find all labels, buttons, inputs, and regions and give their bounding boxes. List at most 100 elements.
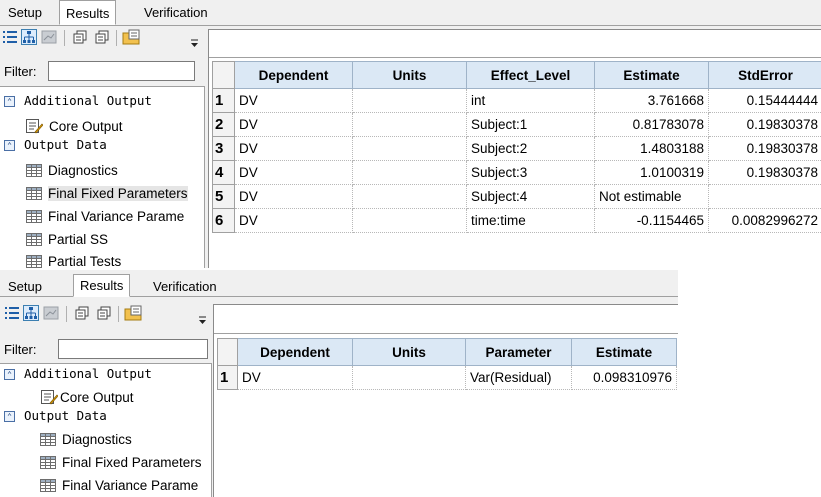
- export-icon[interactable]: [124, 305, 144, 321]
- table-row[interactable]: 3 DV Subject:2 1.4803188 0.19830378: [212, 136, 821, 161]
- cell-units[interactable]: [352, 88, 467, 113]
- chart-icon[interactable]: [43, 305, 59, 321]
- tree-item-core-output[interactable]: Core Output: [25, 117, 123, 137]
- copy-all-icon[interactable]: [94, 29, 110, 45]
- copy-icon[interactable]: [72, 29, 88, 45]
- column-header[interactable]: Dependent: [234, 61, 353, 89]
- cell-effect-level[interactable]: Subject:2: [466, 136, 595, 161]
- collapse-icon[interactable]: ⌃: [4, 411, 15, 422]
- cell-effect-level[interactable]: int: [466, 88, 595, 113]
- overflow-icon[interactable]: [198, 313, 207, 324]
- row-number[interactable]: 5: [212, 184, 235, 209]
- cell-units[interactable]: [352, 112, 467, 137]
- row-number[interactable]: 2: [212, 112, 235, 137]
- row-number-header[interactable]: [212, 61, 235, 89]
- tree-item-final-fixed-parameters[interactable]: Final Fixed Parameters: [26, 184, 188, 204]
- column-header[interactable]: Units: [352, 61, 467, 89]
- tab-setup[interactable]: Setup: [2, 277, 48, 298]
- cell-stderror[interactable]: 0.0082996272: [708, 208, 821, 233]
- row-number[interactable]: 4: [212, 160, 235, 185]
- cell-estimate[interactable]: 0.098310976: [571, 365, 677, 390]
- cell-stderror[interactable]: 0.19830378: [708, 112, 821, 137]
- cell-dependent[interactable]: DV: [234, 208, 353, 233]
- cell-effect-level[interactable]: Subject:1: [466, 112, 595, 137]
- tree-item-core-output[interactable]: Core Output: [40, 388, 134, 408]
- table-icon: [40, 456, 56, 469]
- table-row[interactable]: 1 DV int 3.761668 0.15444444: [212, 88, 821, 113]
- cell-units[interactable]: [352, 208, 467, 233]
- tab-setup[interactable]: Setup: [2, 3, 48, 24]
- cell-units[interactable]: [352, 365, 466, 390]
- cell-estimate[interactable]: 0.81783078: [594, 112, 709, 137]
- tab-results[interactable]: Results: [73, 274, 131, 297]
- collapse-icon[interactable]: ⌃: [4, 140, 15, 151]
- row-number[interactable]: 6: [212, 208, 235, 233]
- table-row[interactable]: 4 DV Subject:3 1.0100319 0.19830378: [212, 160, 821, 185]
- table-row[interactable]: 2 DV Subject:1 0.81783078 0.19830378: [212, 112, 821, 137]
- cell-estimate[interactable]: 1.4803188: [594, 136, 709, 161]
- tree-item-partial-ss[interactable]: Partial SS: [26, 230, 108, 250]
- column-header[interactable]: Units: [352, 338, 466, 366]
- row-number[interactable]: 3: [212, 136, 235, 161]
- cell-effect-level[interactable]: Subject:3: [466, 160, 595, 185]
- collapse-icon[interactable]: ⌃: [4, 96, 15, 107]
- cell-estimate[interactable]: 1.0100319: [594, 160, 709, 185]
- grid-top-strip: [209, 30, 821, 58]
- collapse-icon[interactable]: ⌃: [4, 369, 15, 380]
- column-header[interactable]: Effect_Level: [466, 61, 595, 89]
- row-number[interactable]: 1: [217, 365, 238, 390]
- cell-dependent[interactable]: DV: [234, 88, 353, 113]
- toolbar-separator: [118, 306, 119, 322]
- table-row[interactable]: 1 DV Var(Residual) 0.098310976: [217, 365, 677, 390]
- table-row[interactable]: 6 DV time:time -0.1154465 0.0082996272: [212, 208, 821, 233]
- chart-icon[interactable]: [41, 29, 57, 45]
- tree-item-partial-tests[interactable]: Partial Tests: [26, 252, 121, 268]
- copy-all-icon[interactable]: [96, 305, 112, 321]
- filter-input[interactable]: [58, 339, 208, 359]
- overflow-icon[interactable]: [190, 36, 199, 47]
- tree-item-diagnostics[interactable]: Diagnostics: [40, 430, 132, 450]
- column-header[interactable]: Estimate: [594, 61, 709, 89]
- cell-dependent[interactable]: DV: [234, 160, 353, 185]
- tree-item-final-fixed-parameters[interactable]: Final Fixed Parameters: [40, 453, 202, 473]
- tree-item-final-variance-parameters[interactable]: Final Variance Parame: [26, 207, 184, 227]
- copy-icon[interactable]: [74, 305, 90, 321]
- cell-estimate[interactable]: 3.761668: [594, 88, 709, 113]
- list-view-icon[interactable]: [4, 305, 20, 321]
- cell-units[interactable]: [352, 136, 467, 161]
- tree-view-icon[interactable]: [23, 305, 39, 321]
- column-header[interactable]: Parameter: [465, 338, 572, 366]
- column-header[interactable]: Estimate: [571, 338, 677, 366]
- tree-item-diagnostics[interactable]: Diagnostics: [26, 161, 118, 181]
- cell-dependent[interactable]: DV: [234, 136, 353, 161]
- tab-verification[interactable]: Verification: [138, 3, 214, 24]
- cell-estimate[interactable]: Not estimable: [594, 184, 709, 209]
- cell-units[interactable]: [352, 184, 467, 209]
- tree-view-icon[interactable]: [21, 29, 37, 45]
- cell-units[interactable]: [352, 160, 467, 185]
- export-icon[interactable]: [122, 29, 142, 45]
- cell-dependent[interactable]: DV: [234, 112, 353, 137]
- row-number-header[interactable]: [217, 338, 238, 366]
- cell-parameter[interactable]: Var(Residual): [465, 365, 572, 390]
- table-icon: [26, 187, 42, 200]
- column-header[interactable]: Dependent: [237, 338, 353, 366]
- cell-dependent[interactable]: DV: [237, 365, 353, 390]
- row-number[interactable]: 1: [212, 88, 235, 113]
- cell-stderror[interactable]: [708, 184, 821, 209]
- cell-effect-level[interactable]: time:time: [466, 208, 595, 233]
- tree-item-label: Diagnostics: [62, 432, 132, 447]
- cell-stderror[interactable]: 0.19830378: [708, 160, 821, 185]
- cell-effect-level[interactable]: Subject:4: [466, 184, 595, 209]
- filter-input[interactable]: [48, 61, 195, 81]
- column-header[interactable]: StdError: [708, 61, 821, 89]
- cell-stderror[interactable]: 0.19830378: [708, 136, 821, 161]
- tree-item-final-variance-parameters[interactable]: Final Variance Parame: [40, 476, 198, 496]
- tab-results[interactable]: Results: [59, 0, 117, 25]
- cell-dependent[interactable]: DV: [234, 184, 353, 209]
- table-row[interactable]: 5 DV Subject:4 Not estimable: [212, 184, 821, 209]
- cell-stderror[interactable]: 0.15444444: [708, 88, 821, 113]
- tab-verification[interactable]: Verification: [147, 277, 223, 298]
- cell-estimate[interactable]: -0.1154465: [594, 208, 709, 233]
- list-view-icon[interactable]: [2, 29, 18, 45]
